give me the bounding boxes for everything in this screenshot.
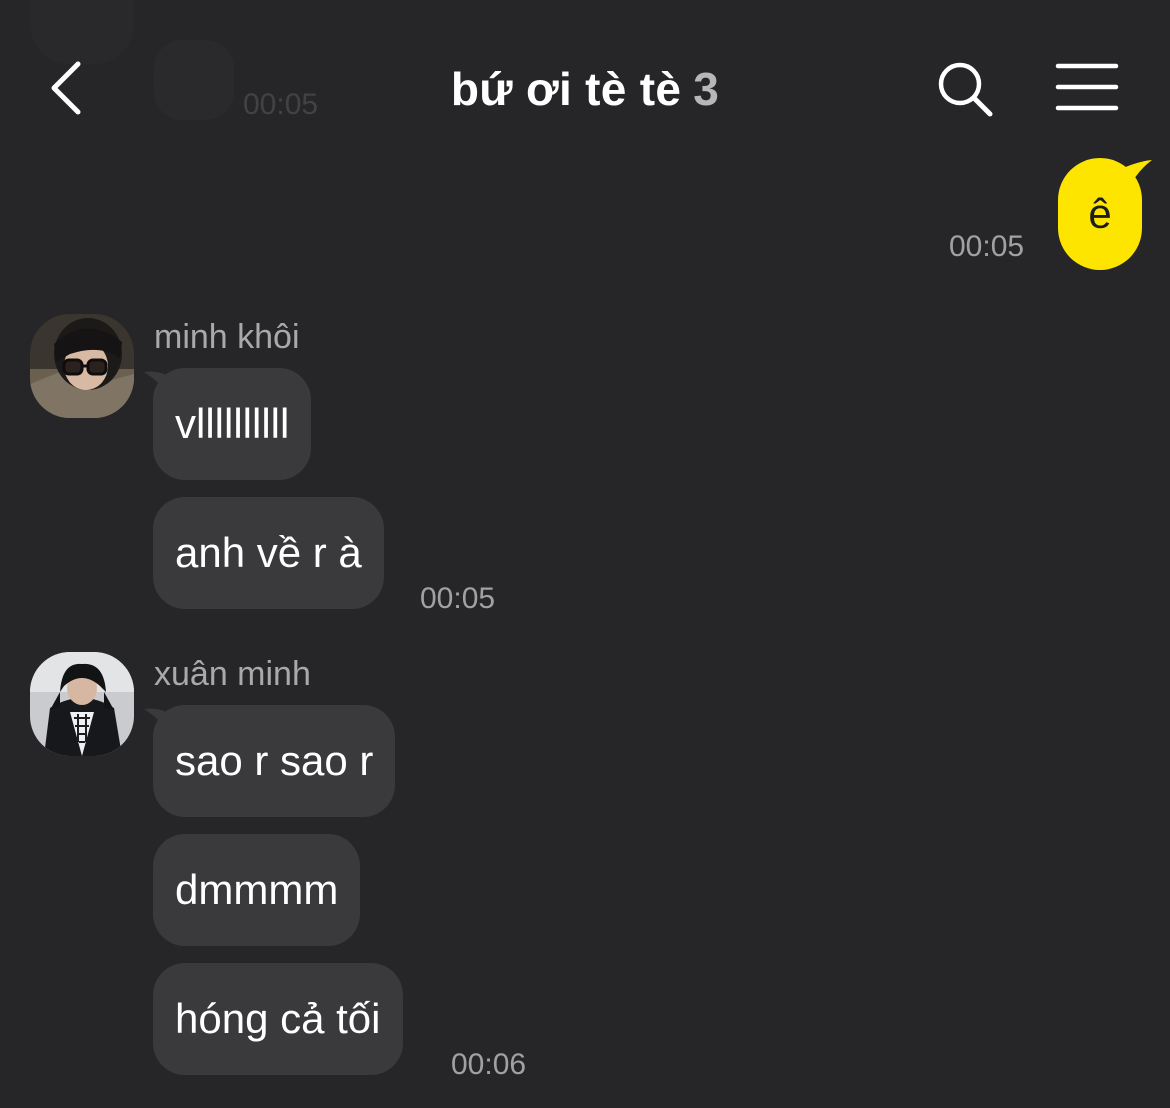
message-timestamp: 00:06 — [451, 1048, 527, 1081]
sender-name: minh khôi — [154, 318, 300, 356]
hamburger-menu-icon — [1055, 63, 1119, 111]
avatar[interactable] — [30, 314, 134, 418]
message-timestamp: 00:05 — [949, 230, 1025, 263]
message-bubble[interactable]: hóng cả tối — [153, 963, 403, 1075]
message-bubble[interactable]: sao r sao r — [153, 705, 396, 817]
member-count: 3 — [693, 63, 720, 115]
message-timestamp: 00:05 — [420, 582, 496, 615]
message-bubble[interactable]: dmmmm — [153, 834, 361, 946]
menu-button[interactable] — [1052, 58, 1122, 118]
chat-header: bứ ơi tè tè 3 — [0, 0, 1170, 150]
chat-title-text: bứ ơi tè tè — [450, 63, 682, 115]
search-button[interactable] — [932, 56, 998, 122]
search-icon — [938, 62, 993, 117]
message-bubble[interactable]: vllllllllll — [153, 368, 312, 480]
message-bubble[interactable]: anh về r à — [153, 497, 384, 609]
outgoing-message-bubble[interactable]: ê — [1058, 158, 1142, 270]
avatar[interactable] — [30, 652, 134, 756]
chat-screen: 00:05 bứ ơi tè tè 3 ê 00:05 minh khôi vl… — [0, 0, 1170, 1108]
sender-name: xuân minh — [154, 655, 311, 693]
